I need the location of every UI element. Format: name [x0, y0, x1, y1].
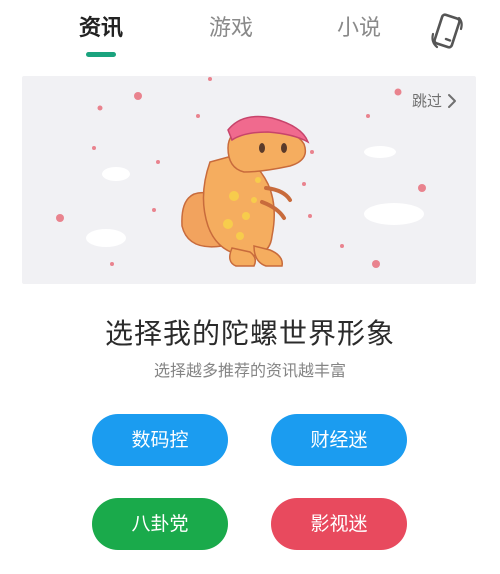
tab-novels[interactable]: 小说 [314, 12, 404, 46]
skip-label: 跳过 [411, 92, 442, 110]
option-digital-fan-button[interactable]: 数码控 [92, 414, 228, 466]
onboarding-screen: 资讯 游戏 小说 跳过 选择我的陀螺世界形象 选择越多推荐的资讯越丰富 数码控 … [0, 0, 500, 574]
option-gossip-fan-button[interactable]: 八卦党 [92, 498, 228, 550]
tab-games[interactable]: 游戏 [186, 12, 276, 46]
chevron-right-icon [448, 93, 456, 108]
skip-button[interactable]: 跳过 [412, 90, 458, 111]
page-title: 选择我的陀螺世界形象 [104, 317, 395, 350]
tab-news[interactable]: 资讯 [56, 12, 146, 46]
option-movie-fan-button[interactable]: 影视迷 [271, 498, 407, 550]
active-tab-indicator [86, 52, 116, 57]
top-tab-bar: 资讯 游戏 小说 [0, 0, 500, 70]
option-finance-fan-button[interactable]: 财经迷 [271, 414, 407, 466]
page-subtitle: 选择越多推荐的资讯越丰富 [153, 361, 346, 380]
phone-rotate-icon[interactable] [426, 12, 466, 52]
dinosaur-figure [181, 115, 310, 267]
banner: 跳过 [22, 76, 476, 284]
dinosaur-illustration [56, 77, 426, 268]
